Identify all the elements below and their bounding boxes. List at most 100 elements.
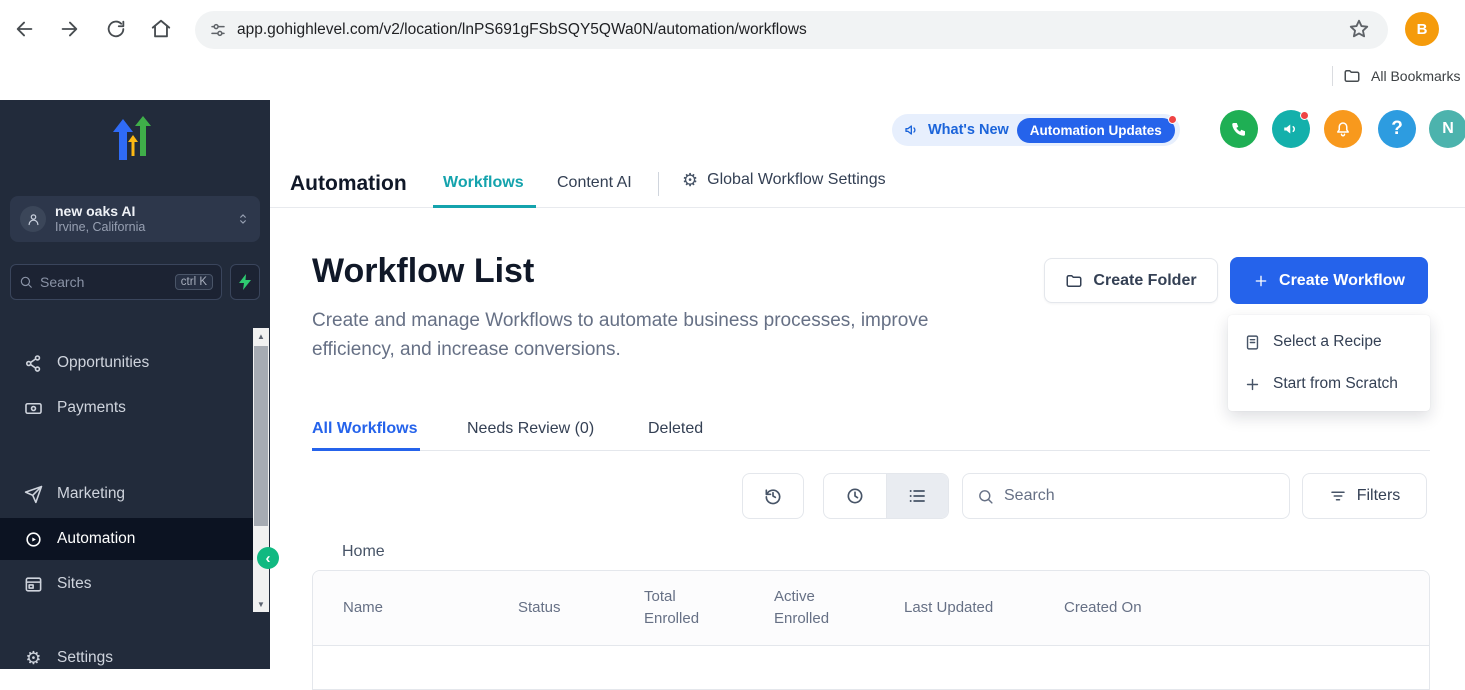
global-workflow-settings-label: Global Workflow Settings xyxy=(707,171,885,189)
create-workflow-label: Create Workflow xyxy=(1279,272,1405,290)
bell-icon xyxy=(1334,120,1352,138)
automation-updates-label: Automation Updates xyxy=(1030,123,1162,138)
tab-needs-review[interactable]: Needs Review (0) xyxy=(467,420,594,438)
automation-updates-badge[interactable]: Automation Updates xyxy=(1017,118,1175,143)
bookmark-star-icon[interactable] xyxy=(1348,18,1370,40)
sidebar: new oaks AI Irvine, California Search ct… xyxy=(0,100,270,669)
url-text[interactable]: app.gohighlevel.com/v2/location/lnPS691g… xyxy=(237,21,807,39)
folder-icon xyxy=(1065,272,1083,290)
search-icon xyxy=(19,275,33,289)
phone-button[interactable] xyxy=(1220,110,1258,148)
page-title: Automation xyxy=(290,172,407,196)
sidebar-search-placeholder: Search xyxy=(40,274,168,290)
lightning-icon xyxy=(239,274,251,290)
sidebar-item-payments[interactable]: Payments xyxy=(0,388,253,428)
sidebar-item-label: Automation xyxy=(57,530,135,548)
settings-gear-icon: ⚙ xyxy=(24,649,43,668)
megaphone-icon xyxy=(1282,120,1300,138)
filter-icon xyxy=(1329,487,1347,505)
column-header-status: Status xyxy=(518,597,644,619)
sidebar-item-marketing[interactable]: Marketing xyxy=(0,474,253,514)
history-icon xyxy=(763,486,783,506)
workflow-list-description: Create and manage Workflows to automate … xyxy=(312,306,1012,364)
view-toggle-group xyxy=(823,473,949,519)
column-header-name: Name xyxy=(313,597,518,619)
column-header-last-updated: Last Updated xyxy=(904,597,1064,619)
notification-dot xyxy=(1168,115,1177,124)
sidebar-item-opportunities[interactable]: Opportunities xyxy=(0,343,253,383)
tab-workflows[interactable]: Workflows xyxy=(443,174,524,192)
payments-icon xyxy=(24,399,43,418)
notification-dot xyxy=(1300,111,1309,120)
create-workflow-menu: Select a Recipe Start from Scratch xyxy=(1228,315,1430,411)
filters-button[interactable]: Filters xyxy=(1302,473,1427,519)
sidebar-collapse-button[interactable]: ‹ xyxy=(257,547,279,569)
menu-item-label: Start from Scratch xyxy=(1273,375,1398,393)
active-list-tab-underline xyxy=(312,448,420,451)
browser-back-icon[interactable] xyxy=(14,18,36,40)
tab-all-workflows[interactable]: All Workflows xyxy=(312,420,418,438)
announcements-button[interactable] xyxy=(1272,110,1310,148)
location-name: new oaks AI xyxy=(55,203,227,220)
scrollbar-up-arrow[interactable]: ▲ xyxy=(253,328,269,344)
user-avatar[interactable]: N xyxy=(1429,110,1465,148)
workflow-search-input[interactable] xyxy=(1004,487,1275,505)
column-header-created-on: Created On xyxy=(1064,597,1429,619)
recipe-icon xyxy=(1244,334,1261,351)
column-header-total-enrolled: Total Enrolled xyxy=(644,586,774,630)
workflows-table: Name Status Total Enrolled Active Enroll… xyxy=(312,570,1430,690)
all-bookmarks-label[interactable]: All Bookmarks xyxy=(1371,68,1460,84)
sidebar-item-automation[interactable]: Automation xyxy=(0,518,253,560)
sites-icon xyxy=(24,575,43,594)
menu-item-start-from-scratch[interactable]: Start from Scratch xyxy=(1228,363,1430,405)
site-settings-icon[interactable] xyxy=(209,21,227,39)
quick-actions-button[interactable] xyxy=(230,264,260,300)
whats-new-pill[interactable]: What's New Automation Updates xyxy=(892,114,1180,146)
breadcrumb-home[interactable]: Home xyxy=(342,543,385,561)
whats-new-label[interactable]: What's New xyxy=(928,122,1009,138)
sidebar-item-label: Settings xyxy=(57,649,113,667)
tab-deleted[interactable]: Deleted xyxy=(648,420,703,438)
location-avatar-icon xyxy=(20,206,46,232)
workflow-search[interactable] xyxy=(962,473,1290,519)
help-button[interactable]: ? xyxy=(1378,110,1416,148)
address-bar[interactable]: app.gohighlevel.com/v2/location/lnPS691g… xyxy=(195,11,1388,49)
browser-profile-avatar[interactable]: B xyxy=(1405,12,1439,46)
create-workflow-button[interactable]: Create Workflow xyxy=(1230,257,1428,304)
whats-new-icon xyxy=(904,122,920,138)
automation-header: Automation Workflows Content AI ⚙ Global… xyxy=(270,160,1465,208)
create-folder-button[interactable]: Create Folder xyxy=(1044,258,1218,303)
create-folder-label: Create Folder xyxy=(1093,272,1196,290)
plus-icon xyxy=(1244,376,1261,393)
global-workflow-settings-link[interactable]: ⚙ Global Workflow Settings xyxy=(682,171,886,189)
menu-item-select-a-recipe[interactable]: Select a Recipe xyxy=(1228,321,1430,363)
history-button[interactable] xyxy=(742,473,804,519)
recent-view-button[interactable] xyxy=(824,474,886,518)
bookmarks-folder-icon[interactable] xyxy=(1343,67,1361,85)
tab-content-ai[interactable]: Content AI xyxy=(557,174,632,192)
browser-reload-icon[interactable] xyxy=(105,18,127,40)
plus-icon xyxy=(1253,273,1269,289)
browser-home-icon[interactable] xyxy=(150,18,172,40)
notifications-button[interactable] xyxy=(1324,110,1362,148)
bookmarks-divider xyxy=(1332,66,1333,86)
phone-icon xyxy=(1230,120,1248,138)
search-icon xyxy=(977,488,994,505)
scrollbar-down-arrow[interactable]: ▼ xyxy=(253,596,269,612)
sidebar-search[interactable]: Search ctrl K xyxy=(10,264,222,300)
scrollbar-thumb[interactable] xyxy=(254,346,268,526)
sidebar-item-label: Opportunities xyxy=(57,354,149,372)
sidebar-item-settings[interactable]: ⚙ Settings xyxy=(0,638,253,669)
chevron-up-down-icon[interactable] xyxy=(236,211,250,227)
main-content: What's New Automation Updates ? N Automa… xyxy=(270,100,1465,669)
browser-forward-icon[interactable] xyxy=(58,18,80,40)
sidebar-item-label: Payments xyxy=(57,399,126,417)
automation-icon xyxy=(24,530,43,549)
location-switcher[interactable]: new oaks AI Irvine, California xyxy=(10,196,260,242)
list-view-button[interactable] xyxy=(886,474,948,518)
sidebar-scrollbar[interactable]: ▲ ▼ xyxy=(253,328,269,612)
sidebar-item-sites[interactable]: Sites xyxy=(0,564,253,604)
list-icon xyxy=(907,486,927,506)
workflow-list-title: Workflow List xyxy=(312,252,534,291)
search-shortcut-badge: ctrl K xyxy=(175,274,213,290)
